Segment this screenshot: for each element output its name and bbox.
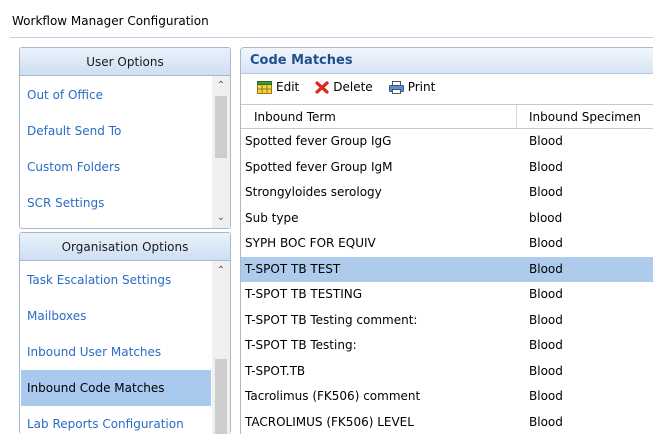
- code-matches-grid: Inbound Term Inbound Specimen Spotted fe…: [241, 104, 653, 434]
- nav-item-lab-reports-configuration[interactable]: Lab Reports Configuration: [21, 406, 211, 434]
- cell-specimen: Blood: [529, 363, 563, 378]
- table-row[interactable]: Spotted fever Group IgG Blood: [241, 129, 653, 155]
- cell-term: TACROLIMUS (FK506) LEVEL: [245, 414, 414, 429]
- table-row[interactable]: T-SPOT TB TESTING Blood: [241, 282, 653, 308]
- delete-button[interactable]: Delete: [315, 80, 373, 94]
- table-row[interactable]: T-SPOT TB Testing: Blood: [241, 333, 653, 359]
- organisation-options-scrollbar[interactable]: ⌃: [212, 261, 230, 434]
- cell-specimen: Blood: [529, 185, 563, 199]
- user-options-scrollbar[interactable]: ⌃ ⌄: [212, 76, 230, 228]
- table-row[interactable]: Spotted fever Group IgM Blood: [241, 155, 653, 181]
- grid-header: Inbound Term Inbound Specimen: [241, 104, 653, 129]
- nav-item-inbound-code-matches[interactable]: Inbound Code Matches: [21, 370, 211, 406]
- toolbar: Edit Delete Print: [241, 74, 653, 100]
- nav-item-default-send-to[interactable]: Default Send To: [21, 113, 211, 149]
- nav-item-inbound-user-matches[interactable]: Inbound User Matches: [21, 334, 211, 370]
- scroll-thumb[interactable]: [215, 359, 227, 434]
- code-matches-title: Code Matches: [241, 48, 653, 74]
- cell-term: Sub type: [245, 210, 299, 225]
- code-matches-panel: Code Matches Edit Delete Print Inbound T…: [240, 47, 653, 434]
- cell-term: SYPH BOC FOR EQUIV: [245, 236, 376, 250]
- grid-edit-icon: [257, 80, 272, 94]
- nav-item-task-escalation-settings[interactable]: Task Escalation Settings: [21, 262, 211, 298]
- delete-label: Delete: [333, 80, 373, 94]
- organisation-options-header[interactable]: Organisation Options: [20, 233, 230, 261]
- window-title: Workflow Manager Configuration: [0, 0, 653, 38]
- cell-term: Spotted fever Group IgG: [245, 134, 392, 148]
- cell-specimen: Blood: [529, 287, 563, 301]
- cell-term: Spotted fever Group IgM: [245, 159, 393, 174]
- cell-specimen: Blood: [529, 236, 563, 250]
- table-row[interactable]: Sub type blood: [241, 206, 653, 232]
- cell-term: T-SPOT TB Testing:: [245, 338, 357, 352]
- print-button[interactable]: Print: [388, 80, 436, 94]
- nav-item-scr-settings[interactable]: SCR Settings: [21, 185, 211, 221]
- cell-term: T-SPOT TB TEST: [245, 261, 341, 276]
- cell-specimen: Blood: [529, 414, 563, 429]
- column-header-inbound-term[interactable]: Inbound Term: [241, 105, 517, 128]
- column-header-inbound-specimen[interactable]: Inbound Specimen: [517, 105, 653, 128]
- scroll-down-icon[interactable]: ⌄: [212, 210, 230, 226]
- scroll-up-icon[interactable]: ⌃: [212, 263, 230, 279]
- organisation-options-panel: Organisation Options Task Escalation Set…: [19, 232, 231, 434]
- cell-term: T-SPOT TB Testing comment:: [245, 312, 418, 327]
- title-divider: [10, 37, 653, 38]
- user-options-panel: User Options Out of Office Default Send …: [19, 47, 231, 229]
- cell-specimen: Blood: [529, 134, 563, 148]
- cell-specimen: Blood: [529, 312, 563, 327]
- scroll-up-icon[interactable]: ⌃: [212, 78, 230, 94]
- nav-item-out-of-office[interactable]: Out of Office: [21, 77, 211, 113]
- scroll-thumb[interactable]: [215, 96, 227, 158]
- cell-specimen: Blood: [529, 261, 563, 276]
- cell-specimen: Blood: [529, 159, 563, 174]
- table-row[interactable]: SYPH BOC FOR EQUIV Blood: [241, 231, 653, 257]
- table-row-selected[interactable]: T-SPOT TB TEST Blood: [241, 256, 653, 282]
- user-options-header[interactable]: User Options: [20, 48, 230, 76]
- cell-specimen: Blood: [529, 338, 563, 352]
- table-row[interactable]: T-SPOT TB Testing comment: Blood: [241, 308, 653, 334]
- table-row[interactable]: TACROLIMUS (FK506) LEVEL Blood: [241, 410, 653, 434]
- printer-icon: [388, 80, 404, 94]
- table-row[interactable]: Tacrolimus (FK506) comment Blood: [241, 384, 653, 410]
- print-label: Print: [407, 80, 436, 94]
- cell-term: Tacrolimus (FK506) comment: [245, 389, 421, 403]
- nav-item-custom-folders[interactable]: Custom Folders: [21, 149, 211, 185]
- red-x-delete-icon: [315, 80, 329, 94]
- table-row[interactable]: Strongyloides serology Blood: [241, 180, 653, 206]
- cell-term: T-SPOT TB TESTING: [245, 287, 363, 301]
- cell-specimen: Blood: [529, 389, 563, 403]
- table-row[interactable]: T-SPOT.TB Blood: [241, 359, 653, 385]
- cell-term: Strongyloides serology: [245, 185, 382, 199]
- edit-button[interactable]: Edit: [257, 80, 299, 94]
- nav-item-mailboxes[interactable]: Mailboxes: [21, 298, 211, 334]
- cell-specimen: blood: [529, 210, 563, 225]
- edit-label: Edit: [276, 80, 300, 94]
- cell-term: T-SPOT.TB: [245, 363, 306, 378]
